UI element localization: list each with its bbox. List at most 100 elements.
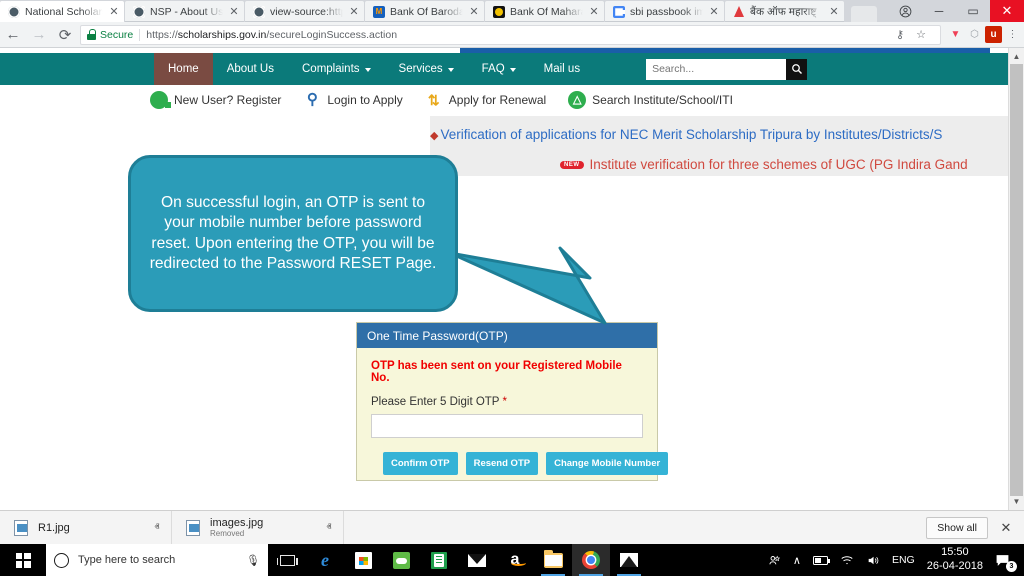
battery-glyph <box>812 555 831 565</box>
download-item[interactable]: R1.jpg ⱏ <box>0 510 172 545</box>
chevron-up-icon[interactable]: ⱏ <box>315 522 343 533</box>
folder-glyph <box>543 549 563 568</box>
page-scrollbar[interactable]: ▲ ▼ <box>1008 48 1024 510</box>
tab-close-icon[interactable]: ✕ <box>588 6 600 18</box>
pocket-extension-icon[interactable]: ▼ <box>947 26 964 43</box>
otp-button-row: Confirm OTP Resend OTP Change Mobile Num… <box>371 452 669 475</box>
browser-tab[interactable]: Bank Of Baroda U ✕ <box>365 1 484 22</box>
battery-icon[interactable] <box>807 544 834 576</box>
amazon-icon[interactable]: a <box>496 544 534 576</box>
photos-icon[interactable] <box>610 544 648 576</box>
new-tab-button[interactable] <box>851 6 877 22</box>
show-all-downloads-button[interactable]: Show all <box>926 516 988 539</box>
download-item[interactable]: images.jpg Removed ⱏ <box>172 510 344 545</box>
browser-tab[interactable]: बैंक ऑफ महाराष्ट् ✕ <box>725 1 844 22</box>
adobe-icon <box>733 5 745 18</box>
minimize-button[interactable]: ─ <box>922 0 956 22</box>
search-input[interactable] <box>646 58 787 80</box>
account-avatar-icon[interactable] <box>888 0 922 22</box>
nav-label: FAQ <box>481 63 505 75</box>
quick-link-login[interactable]: ⚲ Login to Apply <box>303 91 403 109</box>
download-filename: R1.jpg <box>38 521 70 534</box>
announcement-row[interactable]: ◆ Verification of applications for NEC Me… <box>430 127 942 142</box>
back-button[interactable]: ← <box>0 22 26 48</box>
volume-icon[interactable] <box>860 544 886 576</box>
bullet-icon: ◆ <box>430 130 439 142</box>
green-app-icon[interactable] <box>382 544 420 576</box>
nav-item-about-us[interactable]: About Us <box>213 53 288 85</box>
show-hidden-icons-chevron[interactable]: ∧ <box>787 544 807 576</box>
confirm-otp-button[interactable]: Confirm OTP <box>383 452 458 475</box>
tab-close-icon[interactable]: ✕ <box>828 6 840 18</box>
taskbar-search[interactable]: Type here to search 🎙 <box>46 544 268 576</box>
mail-icon[interactable] <box>458 544 496 576</box>
scrollbar-thumb[interactable] <box>1010 64 1023 496</box>
chevron-up-icon[interactable]: ⱏ <box>143 522 171 533</box>
nav-item-home[interactable]: Home <box>154 53 213 85</box>
browser-tab[interactable]: sbi passbook imag ✕ <box>605 1 724 22</box>
scroll-down-icon[interactable]: ▼ <box>1010 494 1023 509</box>
site-nav-items: Home About Us Complaints Services FAQ Ma… <box>154 53 594 85</box>
close-download-shelf-icon[interactable]: ✕ <box>998 520 1014 536</box>
url-domain: scholarships.gov.in <box>177 28 267 41</box>
key-icon[interactable]: ⚷ <box>891 26 909 44</box>
edge-glyph: e <box>321 549 329 570</box>
download-filename: images.jpg <box>210 517 264 529</box>
microsoft-store-icon[interactable] <box>344 544 382 576</box>
start-button[interactable] <box>0 544 46 576</box>
search-button[interactable] <box>786 58 808 80</box>
change-mobile-number-button[interactable]: Change Mobile Number <box>546 452 669 475</box>
task-view-icon[interactable] <box>268 544 306 576</box>
chrome-icon[interactable] <box>572 544 610 576</box>
tab-close-icon[interactable]: ✕ <box>228 6 240 18</box>
nav-item-services[interactable]: Services <box>385 53 468 85</box>
address-bar[interactable]: Secure https://scholarships.gov.in/secur… <box>80 24 941 45</box>
resend-otp-button[interactable]: Resend OTP <box>465 452 539 475</box>
ublock-extension-icon[interactable]: u <box>985 26 1002 43</box>
quick-link-renewal[interactable]: ⇅ Apply for Renewal <box>425 91 546 109</box>
nav-item-mail-us[interactable]: Mail us <box>530 53 594 85</box>
globe-icon <box>253 5 265 18</box>
tab-close-icon[interactable]: ✕ <box>108 6 120 18</box>
tab-close-icon[interactable]: ✕ <box>468 6 480 18</box>
browser-tab[interactable]: Bank Of Maharash ✕ <box>485 1 604 22</box>
quick-link-search-institute[interactable]: △ Search Institute/School/ITI <box>568 91 733 109</box>
ghostery-extension-icon[interactable]: ⬡ <box>966 26 983 43</box>
book-glyph <box>431 551 447 569</box>
browser-tab[interactable]: NSP - About Us ✕ <box>125 1 244 22</box>
bookmark-star-icon[interactable]: ☆ <box>912 26 930 44</box>
announcement-row[interactable]: NEW Institute verification for three sche… <box>560 157 968 172</box>
edge-icon[interactable]: e <box>306 544 344 576</box>
nav-item-complaints[interactable]: Complaints <box>288 53 385 85</box>
otp-alert-message: OTP has been sent on your Registered Mob… <box>371 360 622 384</box>
clock[interactable]: 15:50 26-04-2018 <box>921 544 989 576</box>
reload-button[interactable]: ⟳ <box>52 22 78 48</box>
browser-tab[interactable]: National Scholarsh ✕ <box>0 1 124 22</box>
store-glyph <box>354 551 372 569</box>
tab-close-icon[interactable]: ✕ <box>708 6 720 18</box>
tab-title: बैंक ऑफ महाराष्ट् <box>750 5 817 18</box>
wifi-icon[interactable] <box>834 544 860 576</box>
microphone-icon[interactable]: 🎙 <box>246 554 260 567</box>
globe-icon <box>8 5 20 18</box>
notification-center-icon[interactable]: 3 <box>989 544 1020 576</box>
scroll-up-icon[interactable]: ▲ <box>1010 49 1023 64</box>
forward-button[interactable]: → <box>26 22 52 48</box>
bank-of-maharashtra-icon <box>493 5 505 18</box>
browser-tab[interactable]: view-source:https: ✕ <box>245 1 364 22</box>
clock-time: 15:50 <box>941 546 969 559</box>
office-book-icon[interactable] <box>420 544 458 576</box>
otp-input[interactable] <box>371 414 643 438</box>
image-file-icon <box>14 519 28 536</box>
security-label: Secure <box>100 28 134 41</box>
download-meta: images.jpg Removed <box>210 517 315 538</box>
file-explorer-icon[interactable] <box>534 544 572 576</box>
quick-link-register[interactable]: New User? Register <box>150 91 281 109</box>
close-window-button[interactable]: ✕ <box>990 0 1024 22</box>
language-indicator[interactable]: ENG <box>886 544 921 576</box>
chrome-menu-icon[interactable]: ⋮ <box>1004 26 1021 43</box>
tab-close-icon[interactable]: ✕ <box>348 6 360 18</box>
nav-item-faq[interactable]: FAQ <box>468 53 530 85</box>
maximize-button[interactable]: ▭ <box>956 0 990 22</box>
people-icon[interactable] <box>762 544 787 576</box>
